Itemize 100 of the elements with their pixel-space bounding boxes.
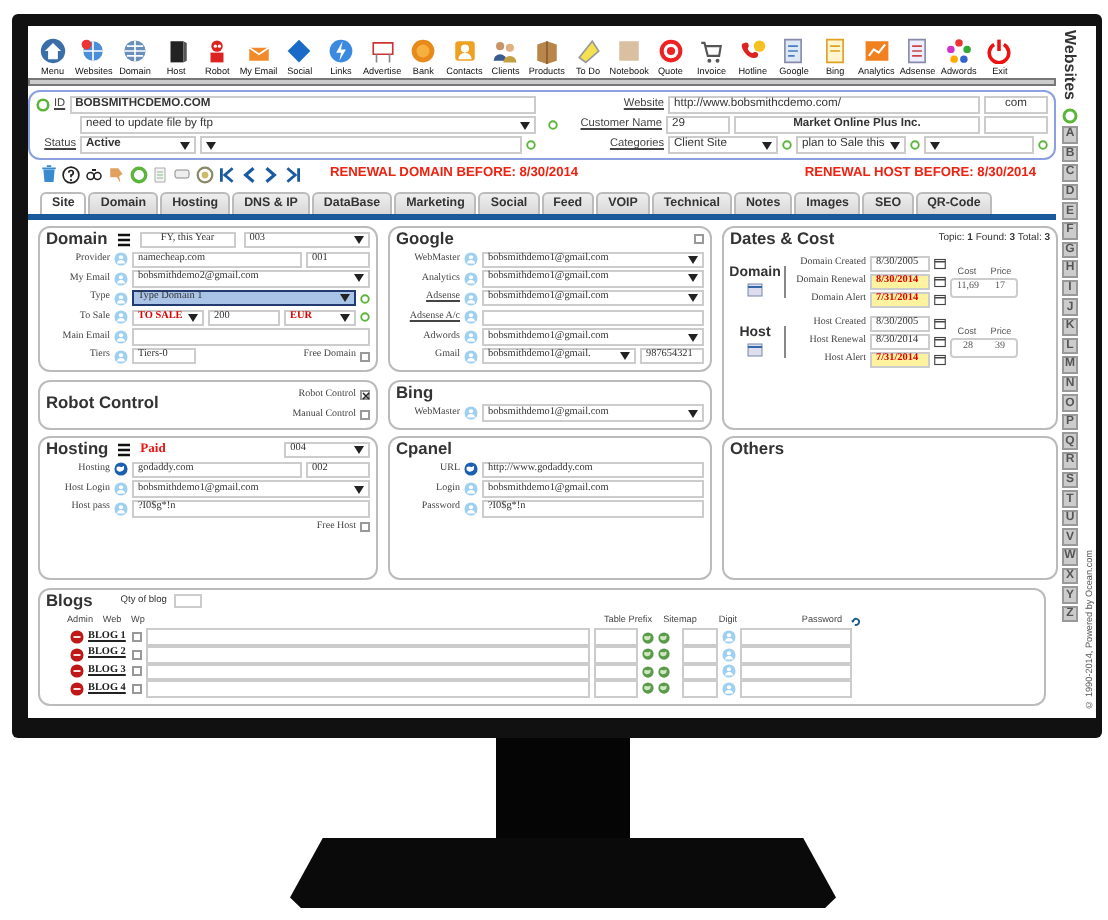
user-icon[interactable] — [464, 271, 478, 286]
next-button[interactable] — [262, 165, 280, 183]
checkbox[interactable] — [360, 522, 370, 533]
user-icon[interactable] — [464, 252, 478, 267]
side-tab[interactable]: Websites — [1060, 30, 1080, 100]
document-icon — [904, 37, 931, 64]
caret-icon — [890, 141, 900, 149]
add-icon[interactable] — [526, 140, 536, 150]
admin-icon[interactable] — [70, 681, 84, 696]
caret-icon — [520, 121, 530, 129]
select-field[interactable] — [200, 136, 522, 154]
user-icon[interactable] — [114, 252, 128, 267]
globe-icon[interactable] — [642, 648, 654, 661]
user-icon[interactable] — [722, 647, 736, 662]
globe-icon[interactable] — [658, 631, 670, 644]
globe-icon[interactable] — [114, 462, 128, 477]
calendar-icon[interactable] — [934, 276, 946, 289]
checkbox[interactable] — [360, 410, 370, 421]
globe-icon[interactable] — [658, 648, 670, 661]
user-icon[interactable] — [114, 482, 128, 497]
add-icon[interactable] — [910, 140, 920, 150]
checkbox[interactable] — [694, 234, 704, 245]
globe-icon[interactable] — [642, 682, 654, 695]
input-field[interactable] — [594, 680, 638, 698]
user-icon[interactable] — [114, 271, 128, 286]
input-field[interactable] — [682, 628, 718, 646]
user-icon[interactable] — [722, 681, 736, 696]
calendar-icon[interactable] — [746, 282, 764, 299]
checkbox[interactable] — [132, 632, 142, 643]
checkbox[interactable] — [132, 666, 142, 677]
input-field[interactable] — [174, 594, 203, 609]
document-icon[interactable] — [152, 165, 168, 183]
calendar-icon[interactable] — [934, 336, 946, 349]
ticket-icon[interactable] — [172, 166, 192, 182]
add-icon[interactable] — [1038, 140, 1048, 150]
help-icon[interactable] — [62, 165, 80, 183]
input-field[interactable] — [594, 628, 638, 646]
user-icon[interactable] — [114, 501, 128, 516]
seal-icon[interactable] — [196, 165, 214, 183]
trash-icon[interactable] — [40, 164, 58, 184]
input-field[interactable] — [740, 646, 852, 664]
input-field[interactable] — [132, 328, 370, 346]
calendar-icon[interactable] — [934, 294, 946, 307]
first-button[interactable] — [218, 165, 236, 183]
input-field[interactable] — [146, 680, 590, 698]
input-field[interactable] — [682, 646, 718, 664]
calendar-icon[interactable] — [746, 342, 764, 359]
input-field[interactable] — [984, 116, 1048, 134]
user-icon[interactable] — [464, 310, 478, 325]
user-icon[interactable] — [722, 664, 736, 679]
checkbox[interactable] — [360, 390, 370, 401]
user-icon[interactable] — [464, 501, 478, 516]
add-icon[interactable] — [782, 140, 792, 150]
binoculars-icon[interactable] — [84, 166, 104, 182]
user-icon[interactable] — [464, 330, 478, 344]
add-icon[interactable] — [548, 120, 558, 130]
admin-icon[interactable] — [70, 664, 84, 679]
last-button[interactable] — [284, 165, 302, 183]
user-icon[interactable] — [464, 406, 478, 421]
thumb-icon[interactable] — [108, 165, 126, 183]
add-icon[interactable] — [360, 293, 370, 304]
input-field[interactable] — [482, 309, 704, 327]
cart-icon — [698, 37, 725, 64]
admin-icon[interactable] — [70, 630, 84, 645]
input-field[interactable] — [146, 628, 590, 646]
admin-icon[interactable] — [70, 647, 84, 662]
user-icon[interactable] — [464, 482, 478, 497]
calendar-icon[interactable] — [934, 258, 946, 271]
user-icon[interactable] — [114, 310, 128, 325]
input-field[interactable] — [740, 680, 852, 698]
previous-button[interactable] — [240, 165, 258, 183]
select-field[interactable] — [924, 136, 1034, 154]
user-icon[interactable] — [114, 291, 128, 306]
user-icon[interactable] — [722, 630, 736, 645]
checkbox[interactable] — [132, 683, 142, 694]
add-icon[interactable] — [360, 312, 370, 323]
menu-icon[interactable] — [115, 231, 132, 248]
user-icon[interactable] — [464, 291, 478, 306]
menu-icon[interactable] — [116, 441, 133, 458]
chart-icon — [863, 37, 890, 64]
globe-icon[interactable] — [464, 462, 478, 477]
globe-icon[interactable] — [658, 665, 670, 678]
user-icon[interactable] — [114, 330, 128, 344]
input-field[interactable] — [594, 646, 638, 664]
input-field[interactable] — [146, 646, 590, 664]
checkbox[interactable] — [360, 351, 370, 362]
contact-card-icon — [451, 37, 478, 64]
checkbox[interactable] — [132, 649, 142, 660]
calendar-icon[interactable] — [934, 318, 946, 331]
globe-icon[interactable] — [642, 631, 654, 644]
add-icon[interactable] — [130, 165, 148, 183]
globe-icon[interactable] — [658, 682, 670, 695]
input-field[interactable] — [682, 680, 718, 698]
user-icon[interactable] — [114, 349, 128, 364]
refresh-icon[interactable] — [850, 615, 863, 626]
input-field[interactable] — [740, 628, 852, 646]
globe-icon[interactable] — [642, 665, 654, 678]
user-icon[interactable] — [464, 349, 478, 364]
calendar-icon[interactable] — [934, 354, 946, 367]
add-icon[interactable] — [36, 98, 50, 112]
